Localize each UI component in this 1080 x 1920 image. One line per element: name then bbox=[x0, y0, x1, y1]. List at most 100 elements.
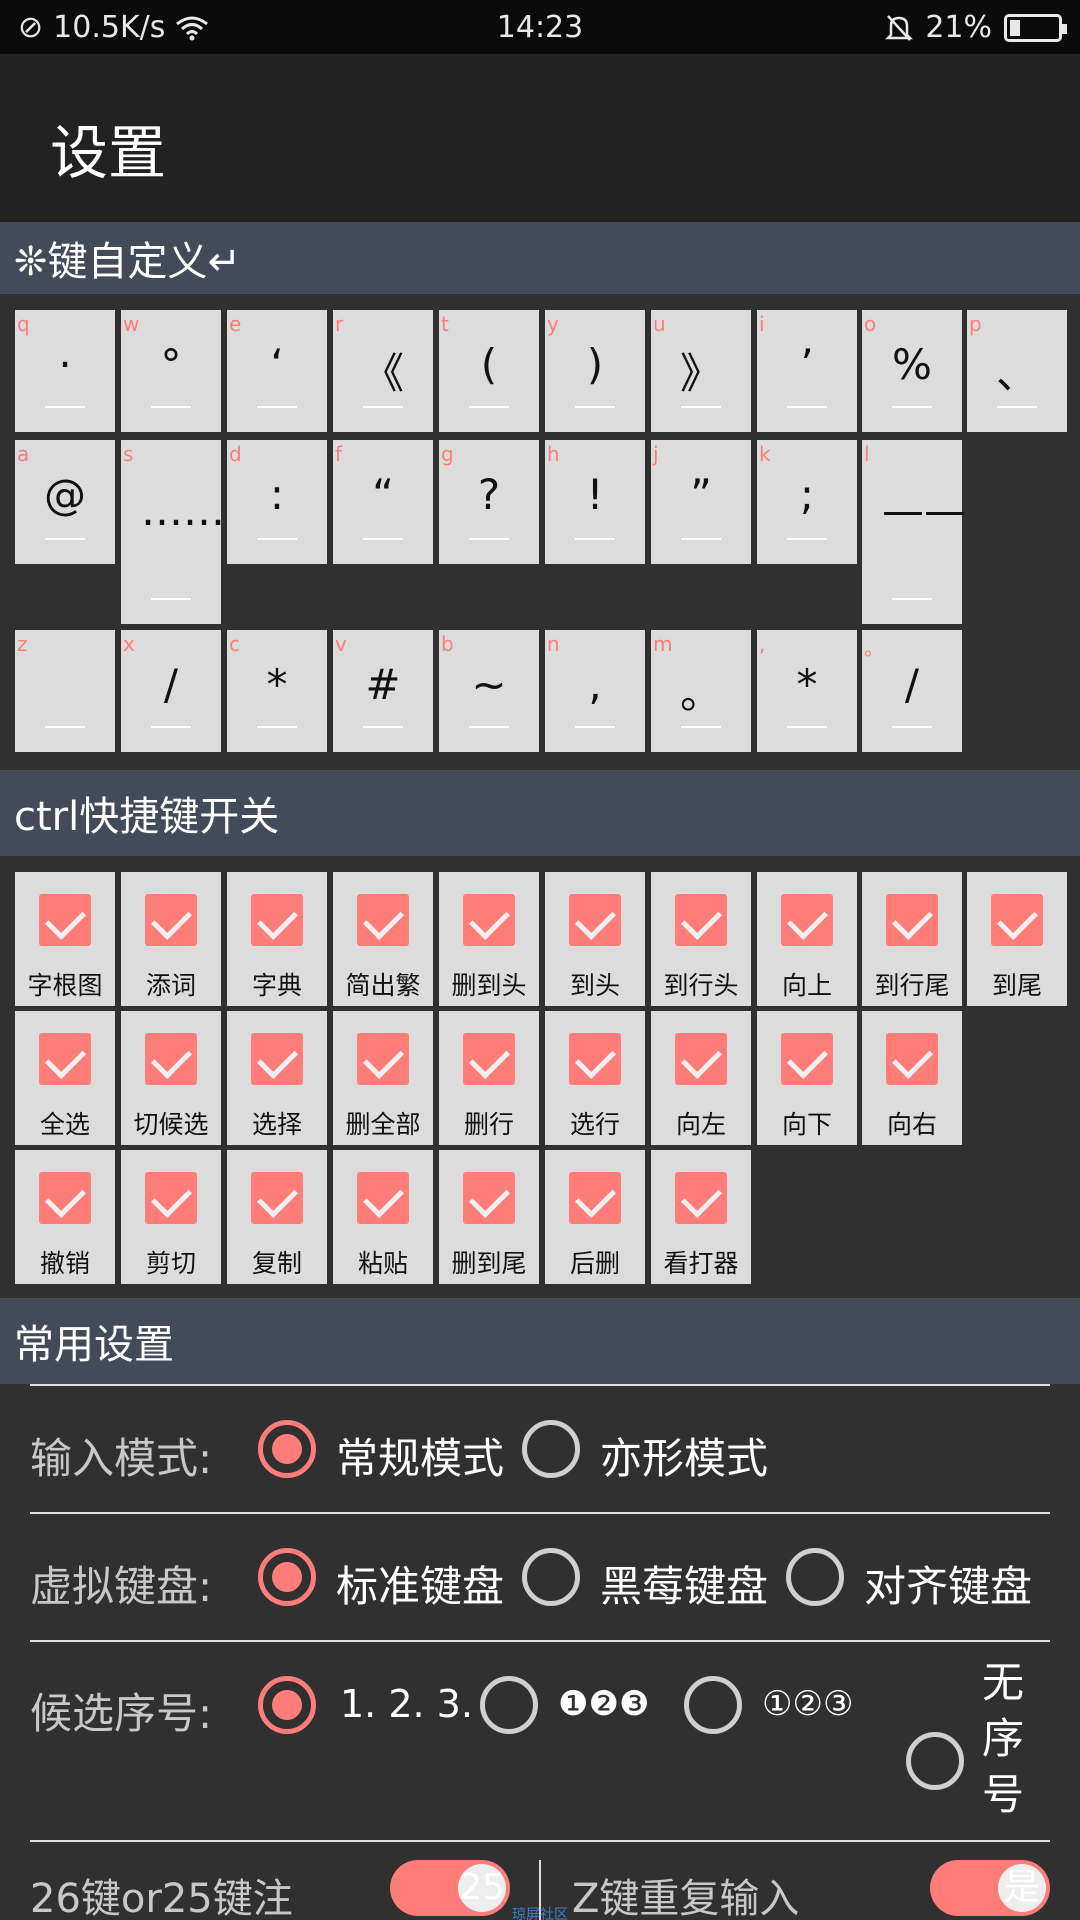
option-index-circled[interactable]: ①②③ bbox=[762, 1684, 853, 1724]
ctrl-toggle[interactable]: 后删 bbox=[545, 1150, 645, 1284]
custom-key[interactable]: b ~ bbox=[439, 630, 539, 752]
option-keyboard-blackberry[interactable]: 黑莓键盘 bbox=[600, 1553, 768, 1614]
radio-keyboard-standard[interactable] bbox=[258, 1548, 316, 1606]
custom-key[interactable]: e ‘ bbox=[227, 310, 327, 432]
ctrl-toggle[interactable]: 删到尾 bbox=[439, 1150, 539, 1284]
radio-input-mode-normal[interactable] bbox=[258, 1420, 316, 1478]
checkbox-checked-icon[interactable] bbox=[251, 1033, 303, 1085]
custom-key[interactable]: v # bbox=[333, 630, 433, 752]
checkbox-checked-icon[interactable] bbox=[463, 894, 515, 946]
option-input-mode-normal[interactable]: 常规模式 bbox=[336, 1425, 504, 1486]
checkbox-checked-icon[interactable] bbox=[251, 894, 303, 946]
checkbox-checked-icon[interactable] bbox=[357, 1172, 409, 1224]
ctrl-toggle[interactable]: 撤销 bbox=[15, 1150, 115, 1284]
option-index-filled[interactable]: ❶❷❸ bbox=[558, 1684, 649, 1724]
checkbox-checked-icon[interactable] bbox=[39, 1033, 91, 1085]
custom-key[interactable]: , * bbox=[757, 630, 857, 752]
checkbox-checked-icon[interactable] bbox=[991, 894, 1043, 946]
checkbox-checked-icon[interactable] bbox=[145, 894, 197, 946]
custom-key[interactable]: t( bbox=[439, 310, 539, 432]
ctrl-toggle[interactable]: 粘贴 bbox=[333, 1150, 433, 1284]
ctrl-toggle[interactable]: 到尾 bbox=[967, 872, 1067, 1006]
checkbox-checked-icon[interactable] bbox=[357, 1033, 409, 1085]
option-keyboard-standard[interactable]: 标准键盘 bbox=[336, 1553, 504, 1614]
checkbox-checked-icon[interactable] bbox=[569, 894, 621, 946]
ctrl-toggle[interactable]: 添词 bbox=[121, 872, 221, 1006]
custom-key[interactable]: u 》 bbox=[651, 310, 751, 432]
key-mode-switch[interactable]: 25 bbox=[390, 1860, 510, 1916]
checkbox-checked-icon[interactable] bbox=[675, 894, 727, 946]
ctrl-toggle[interactable]: 看打器 bbox=[651, 1150, 751, 1284]
custom-key[interactable]: q · bbox=[15, 310, 115, 432]
ctrl-toggle[interactable]: 切候选 bbox=[121, 1011, 221, 1145]
custom-key[interactable]: k; bbox=[757, 440, 857, 564]
checkbox-checked-icon[interactable] bbox=[781, 894, 833, 946]
checkbox-checked-icon[interactable] bbox=[251, 1172, 303, 1224]
ctrl-toggle[interactable]: 全选 bbox=[15, 1011, 115, 1145]
checkbox-checked-icon[interactable] bbox=[39, 1172, 91, 1224]
radio-input-mode-yixing[interactable] bbox=[522, 1420, 580, 1478]
ctrl-toggle[interactable]: 向下 bbox=[757, 1011, 857, 1145]
custom-key[interactable]: r 《 bbox=[333, 310, 433, 432]
ctrl-toggle[interactable]: 删全部 bbox=[333, 1011, 433, 1145]
z-repeat-switch[interactable]: 是 bbox=[930, 1860, 1050, 1916]
checkbox-checked-icon[interactable] bbox=[145, 1172, 197, 1224]
ctrl-toggle[interactable]: 到头 bbox=[545, 872, 645, 1006]
custom-key[interactable]: m。 bbox=[651, 630, 751, 752]
custom-key[interactable]: x / bbox=[121, 630, 221, 752]
option-keyboard-aligned[interactable]: 对齐键盘 bbox=[864, 1553, 1032, 1614]
custom-key[interactable]: 。 / bbox=[862, 630, 962, 752]
custom-key[interactable]: d: bbox=[227, 440, 327, 564]
custom-key[interactable]: s …… bbox=[121, 440, 225, 624]
custom-key[interactable]: h! bbox=[545, 440, 645, 564]
checkbox-checked-icon[interactable] bbox=[781, 1033, 833, 1085]
ctrl-toggle[interactable]: 字典 bbox=[227, 872, 327, 1006]
checkbox-checked-icon[interactable] bbox=[886, 894, 938, 946]
option-index-none[interactable]: 无序号 bbox=[982, 1655, 1032, 1825]
custom-key[interactable]: z bbox=[15, 630, 115, 752]
ctrl-toggle[interactable]: 删行 bbox=[439, 1011, 539, 1145]
checkbox-checked-icon[interactable] bbox=[357, 894, 409, 946]
radio-index-arabic[interactable] bbox=[258, 1676, 316, 1734]
ctrl-toggle[interactable]: 字根图 bbox=[15, 872, 115, 1006]
option-input-mode-yixing[interactable]: 亦形模式 bbox=[600, 1425, 768, 1486]
ctrl-toggle[interactable]: 选择 bbox=[227, 1011, 327, 1145]
checkbox-checked-icon[interactable] bbox=[39, 894, 91, 946]
checkbox-checked-icon[interactable] bbox=[145, 1033, 197, 1085]
ctrl-toggle[interactable]: 剪切 bbox=[121, 1150, 221, 1284]
ctrl-toggle[interactable]: 删到头 bbox=[439, 872, 539, 1006]
ctrl-toggle[interactable]: 选行 bbox=[545, 1011, 645, 1145]
checkbox-checked-icon[interactable] bbox=[463, 1172, 515, 1224]
custom-key[interactable]: c * bbox=[227, 630, 327, 752]
custom-key[interactable]: g? bbox=[439, 440, 539, 564]
radio-keyboard-blackberry[interactable] bbox=[522, 1548, 580, 1606]
custom-key[interactable]: p、 bbox=[967, 310, 1067, 432]
radio-index-circled[interactable] bbox=[684, 1676, 742, 1734]
checkbox-checked-icon[interactable] bbox=[569, 1033, 621, 1085]
ctrl-toggle[interactable]: 到行尾 bbox=[862, 872, 962, 1006]
checkbox-checked-icon[interactable] bbox=[675, 1033, 727, 1085]
custom-key[interactable]: w ° bbox=[121, 310, 221, 432]
option-index-arabic[interactable]: 1. 2. 3. bbox=[340, 1682, 473, 1726]
custom-key[interactable]: o% bbox=[862, 310, 962, 432]
custom-key[interactable]: y) bbox=[545, 310, 645, 432]
checkbox-checked-icon[interactable] bbox=[463, 1033, 515, 1085]
custom-key[interactable]: l —— bbox=[862, 440, 966, 624]
custom-key[interactable]: a @ bbox=[15, 440, 115, 564]
radio-keyboard-aligned[interactable] bbox=[786, 1548, 844, 1606]
radio-index-filled[interactable] bbox=[480, 1676, 538, 1734]
ctrl-toggle[interactable]: 向右 bbox=[862, 1011, 962, 1145]
checkbox-checked-icon[interactable] bbox=[675, 1172, 727, 1224]
ctrl-toggle[interactable]: 简出繁 bbox=[333, 872, 433, 1006]
ctrl-toggle[interactable]: 向左 bbox=[651, 1011, 751, 1145]
ctrl-toggle[interactable]: 到行头 bbox=[651, 872, 751, 1006]
checkbox-checked-icon[interactable] bbox=[569, 1172, 621, 1224]
custom-key[interactable]: i’ bbox=[757, 310, 857, 432]
custom-key[interactable]: f “ bbox=[333, 440, 433, 564]
checkbox-checked-icon[interactable] bbox=[886, 1033, 938, 1085]
custom-key[interactable]: n, bbox=[545, 630, 645, 752]
custom-key[interactable]: j” bbox=[651, 440, 751, 564]
radio-index-none[interactable] bbox=[906, 1732, 964, 1790]
ctrl-toggle[interactable]: 复制 bbox=[227, 1150, 327, 1284]
ctrl-toggle[interactable]: 向上 bbox=[757, 872, 857, 1006]
